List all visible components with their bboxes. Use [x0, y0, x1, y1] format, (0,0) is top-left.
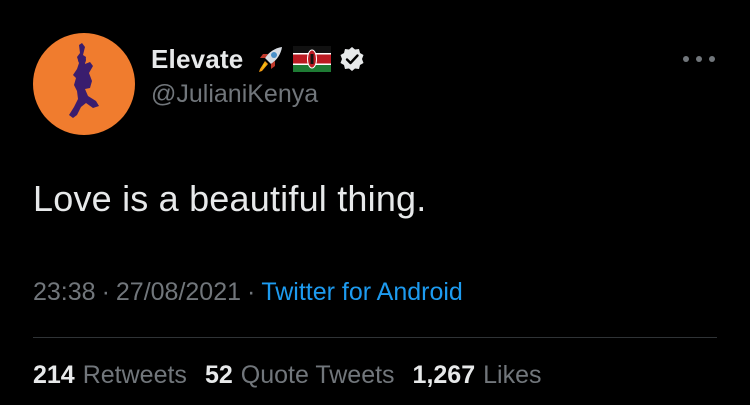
- tweet-text: Love is a beautiful thing.: [33, 178, 427, 219]
- tweet-source-link[interactable]: Twitter for Android: [261, 278, 462, 306]
- tweet-date[interactable]: 27/08/2021: [116, 278, 241, 306]
- tweet-detail: Elevate @JulianiKenya Love is a beautifu…: [0, 0, 750, 405]
- verified-icon: [339, 46, 365, 72]
- retweets-stat[interactable]: 214 Retweets: [33, 361, 187, 390]
- quote-tweets-label: Quote Tweets: [240, 361, 395, 389]
- author-handle[interactable]: @JulianiKenya: [151, 80, 318, 109]
- likes-label: Likes: [483, 361, 542, 389]
- likes-stat[interactable]: 1,267 Likes: [413, 361, 542, 390]
- kenya-flag-icon: [293, 46, 332, 72]
- rocket-icon: [253, 42, 287, 76]
- more-dot-icon: [709, 56, 715, 62]
- more-dot-icon: [696, 56, 702, 62]
- tweet-stats: 214 Retweets 52 Quote Tweets 1,267 Likes: [33, 361, 559, 390]
- meta-separator: ·: [101, 278, 110, 306]
- retweets-count: 214: [33, 361, 75, 389]
- likes-count: 1,267: [412, 361, 476, 389]
- tweet-time[interactable]: 23:38: [33, 278, 96, 306]
- retweets-label: Retweets: [82, 361, 187, 389]
- meta-separator: ·: [247, 278, 256, 306]
- avatar[interactable]: [33, 33, 135, 135]
- author-name-row: Elevate: [151, 42, 365, 76]
- quote-tweets-stat[interactable]: 52 Quote Tweets: [205, 361, 395, 390]
- divider: [33, 337, 717, 338]
- tweet-metadata: 23:38 · 27/08/2021 · Twitter for Android: [33, 278, 463, 307]
- dancer-silhouette-icon: [69, 43, 99, 118]
- author-display-name[interactable]: Elevate: [151, 44, 243, 75]
- more-options-button[interactable]: [683, 52, 715, 66]
- more-dot-icon: [683, 56, 689, 62]
- quote-tweets-count: 52: [204, 361, 233, 389]
